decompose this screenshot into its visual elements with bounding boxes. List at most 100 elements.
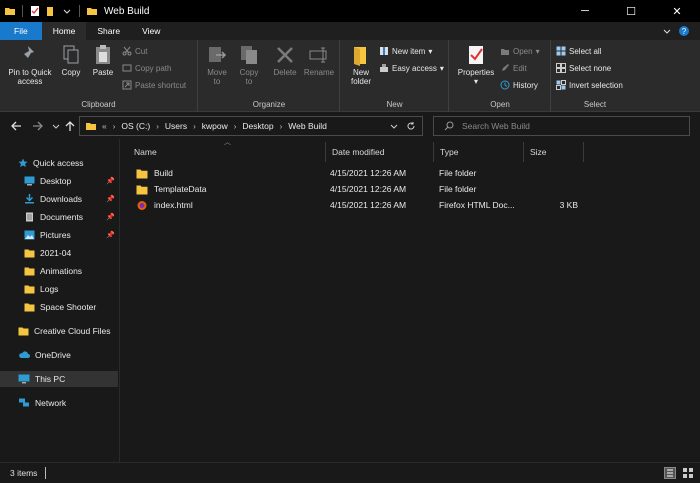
tab-view[interactable]: View bbox=[131, 22, 171, 40]
status-bar: 3 items bbox=[0, 462, 700, 483]
chevron-down-icon[interactable] bbox=[61, 5, 73, 17]
refresh-button[interactable] bbox=[406, 121, 416, 133]
maximize-button[interactable]: ☐ bbox=[608, 0, 654, 22]
column-header-type[interactable]: Type bbox=[434, 142, 524, 162]
back-button[interactable] bbox=[8, 118, 24, 134]
properties-button[interactable]: Properties ▾ bbox=[454, 44, 498, 86]
folder-icon bbox=[24, 267, 35, 276]
nav-downloads[interactable]: Downloads 📌 bbox=[24, 191, 118, 207]
copy-path-icon bbox=[122, 64, 132, 72]
open-button[interactable]: Open ▾ bbox=[500, 46, 540, 56]
easy-access-icon bbox=[380, 64, 388, 72]
invert-selection-button[interactable]: Invert selection bbox=[556, 80, 623, 90]
column-header-size[interactable]: Size bbox=[524, 142, 584, 162]
pictures-icon bbox=[24, 230, 35, 240]
pin-icon: 📌 bbox=[106, 178, 115, 185]
edit-button[interactable]: Edit bbox=[500, 63, 527, 73]
nav-network[interactable]: Network bbox=[18, 395, 66, 411]
paste-button[interactable]: Paste bbox=[88, 44, 118, 77]
new-folder-button[interactable]: New folder bbox=[345, 44, 377, 86]
forward-button[interactable] bbox=[30, 118, 46, 134]
move-to-button[interactable]: Move to bbox=[203, 44, 231, 86]
address-dropdown-button[interactable] bbox=[390, 122, 398, 132]
nav-label: This PC bbox=[35, 374, 66, 384]
easy-access-button[interactable]: Easy access ▾ bbox=[379, 63, 444, 73]
arrow-up-icon bbox=[65, 121, 75, 131]
pin-label: Pin to Quick access bbox=[8, 68, 52, 86]
arrow-left-icon bbox=[11, 121, 21, 131]
delete-button[interactable]: Delete bbox=[270, 44, 300, 77]
select-all-button[interactable]: Select all bbox=[556, 46, 601, 56]
help-button[interactable]: ? bbox=[652, 22, 700, 40]
nav-this-pc[interactable]: This PC bbox=[0, 371, 118, 387]
nav-2021-04[interactable]: 2021-04 bbox=[24, 245, 71, 261]
history-icon bbox=[500, 80, 510, 90]
nav-space-shooter[interactable]: Space Shooter bbox=[24, 299, 96, 315]
details-view-button[interactable] bbox=[664, 467, 676, 479]
column-header-date[interactable]: Date modified bbox=[326, 142, 434, 162]
search-input[interactable]: Search Web Build bbox=[433, 116, 690, 136]
breadcrumb-users[interactable]: Users bbox=[165, 121, 187, 131]
select-group-label: Select bbox=[583, 100, 607, 109]
cut-button[interactable]: Cut bbox=[122, 46, 147, 56]
pin-to-quick-access-button[interactable]: Pin to Quick access bbox=[4, 44, 56, 86]
close-button[interactable]: ✕ bbox=[654, 0, 700, 22]
file-name: Build bbox=[154, 168, 173, 178]
nav-pictures[interactable]: Pictures 📌 bbox=[24, 227, 118, 243]
file-name-cell: TemplateData bbox=[136, 181, 206, 197]
tab-home[interactable]: Home bbox=[41, 22, 87, 40]
file-size bbox=[528, 165, 578, 181]
chevron-right-icon: › bbox=[279, 121, 283, 131]
nav-label: Downloads bbox=[40, 194, 83, 204]
properties-icon[interactable] bbox=[29, 5, 41, 17]
window-title: Web Build bbox=[104, 5, 150, 17]
file-row[interactable]: Build 4/15/2021 12:26 AM File folder bbox=[130, 165, 690, 181]
copy-button[interactable]: Copy bbox=[58, 44, 84, 77]
history-button[interactable]: History bbox=[500, 80, 538, 90]
large-icons-view-button[interactable] bbox=[682, 467, 694, 479]
properties-label: Properties bbox=[457, 68, 495, 77]
breadcrumb-desktop[interactable]: Desktop bbox=[242, 121, 273, 131]
new-group: New folder New item ▾ Easy access ▾ New bbox=[341, 40, 449, 112]
nav-documents[interactable]: Documents 📌 bbox=[24, 209, 118, 225]
breadcrumb-overflow[interactable]: « bbox=[102, 121, 107, 131]
cloud-icon bbox=[19, 351, 30, 358]
file-size bbox=[528, 181, 578, 197]
new-item-button[interactable]: New item ▾ bbox=[379, 46, 432, 56]
refresh-icon bbox=[407, 122, 415, 130]
select-none-button[interactable]: Select none bbox=[556, 63, 611, 73]
column-header-name[interactable]: Name bbox=[128, 142, 326, 162]
copy-to-label: Copy to bbox=[239, 68, 259, 86]
nav-quick-access[interactable]: Quick access bbox=[18, 155, 84, 171]
minimize-button[interactable]: ─ bbox=[562, 0, 608, 22]
breadcrumb-web-build[interactable]: Web Build bbox=[288, 121, 327, 131]
paste-label: Paste bbox=[92, 68, 114, 77]
tab-share[interactable]: Share bbox=[86, 22, 131, 40]
rename-button[interactable]: Rename bbox=[303, 44, 335, 77]
nav-animations[interactable]: Animations bbox=[24, 263, 82, 279]
nav-desktop[interactable]: Desktop 📌 bbox=[24, 173, 118, 189]
copy-path-button[interactable]: Copy path bbox=[122, 63, 171, 73]
clipboard-group-label: Clipboard bbox=[81, 100, 116, 109]
arrow-right-icon bbox=[33, 121, 43, 131]
edit-icon bbox=[502, 64, 509, 71]
paste-shortcut-button[interactable]: Paste shortcut bbox=[122, 80, 186, 90]
up-button[interactable] bbox=[62, 118, 78, 134]
file-type: File folder bbox=[439, 184, 477, 194]
file-row[interactable]: index.html 4/15/2021 12:26 AM Firefox HT… bbox=[130, 197, 690, 213]
address-bar[interactable]: « › OS (C:) › Users › kwpow › Desktop › … bbox=[79, 116, 423, 136]
select-all-label: Select all bbox=[569, 46, 602, 56]
search-icon bbox=[444, 121, 454, 131]
nav-label: 2021-04 bbox=[40, 248, 72, 258]
tab-file[interactable]: File bbox=[0, 22, 42, 40]
nav-creative-cloud[interactable]: Creative Cloud Files bbox=[18, 323, 111, 339]
nav-logs[interactable]: Logs bbox=[24, 281, 58, 297]
chevron-right-icon: › bbox=[193, 121, 196, 131]
new-folder-icon[interactable] bbox=[45, 5, 57, 17]
breadcrumb-os[interactable]: OS (C:) bbox=[121, 121, 150, 131]
nav-onedrive[interactable]: OneDrive bbox=[18, 347, 71, 363]
folder-icon bbox=[24, 285, 35, 294]
breadcrumb-kwpow[interactable]: kwpow bbox=[202, 121, 228, 131]
file-row[interactable]: TemplateData 4/15/2021 12:26 AM File fol… bbox=[130, 181, 690, 197]
copy-to-button[interactable]: Copy to bbox=[235, 44, 263, 86]
